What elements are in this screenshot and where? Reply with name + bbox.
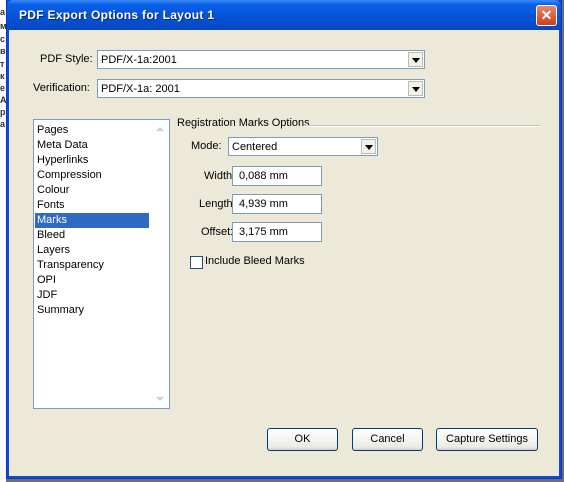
list-item[interactable]: Layers (35, 243, 149, 258)
scroll-up-icon[interactable] (156, 127, 164, 131)
list-item[interactable]: Compression (35, 168, 149, 183)
list-item[interactable]: Fonts (35, 198, 149, 213)
dialog-body: PDF Style: PDF/X-1a:2001 Verification: P… (10, 30, 558, 476)
width-label: Width: (204, 170, 236, 182)
close-button[interactable]: ✕ (536, 5, 557, 26)
pdf-style-dropdown[interactable]: PDF/X-1a:2001 (97, 50, 425, 69)
include-bleed-marks-checkbox[interactable] (190, 256, 203, 269)
verification-value: PDF/X-1a: 2001 (101, 83, 180, 95)
list-item[interactable]: Hyperlinks (35, 153, 149, 168)
mode-value: Centered (232, 141, 278, 153)
pdf-export-dialog: PDF Export Options for Layout 1 ✕ PDF St… (6, 0, 562, 479)
length-value: 4,939 mm (239, 198, 288, 210)
registration-group-label: Registration Marks Options (177, 117, 310, 129)
cancel-button[interactable]: Cancel (352, 428, 423, 451)
width-field[interactable]: 0,088 mm (232, 166, 322, 186)
list-item[interactable]: JDF (35, 288, 149, 303)
dialog-title: PDF Export Options for Layout 1 (19, 8, 215, 22)
ok-button[interactable]: OK (267, 428, 338, 451)
list-item[interactable]: Colour (35, 183, 149, 198)
chevron-down-icon[interactable] (408, 81, 423, 96)
scroll-down-icon[interactable] (156, 397, 164, 401)
list-item[interactable]: Transparency (35, 258, 149, 273)
list-item[interactable]: Bleed (35, 228, 149, 243)
pdf-style-value: PDF/X-1a:2001 (101, 54, 177, 66)
length-field[interactable]: 4,939 mm (232, 194, 322, 214)
length-label: Length: (199, 198, 236, 210)
group-divider (305, 125, 541, 127)
verification-label: Verification: (33, 82, 90, 94)
list-item-selected[interactable]: Marks (35, 213, 149, 228)
offset-value: 3,175 mm (239, 226, 288, 238)
offset-field[interactable]: 3,175 mm (232, 222, 322, 242)
list-item[interactable]: Summary (35, 303, 149, 318)
title-bar[interactable]: PDF Export Options for Layout 1 ✕ (7, 0, 561, 30)
list-item[interactable]: Meta Data (35, 138, 149, 153)
chevron-down-icon[interactable] (408, 52, 423, 67)
list-item[interactable]: OPI (35, 273, 149, 288)
include-bleed-marks-label[interactable]: Include Bleed Marks (205, 255, 305, 267)
verification-dropdown[interactable]: PDF/X-1a: 2001 (97, 79, 425, 98)
close-icon: ✕ (540, 7, 553, 23)
pdf-style-label: PDF Style: (40, 53, 93, 65)
section-list[interactable]: Pages Meta Data Hyperlinks Compression C… (33, 119, 170, 409)
mode-label: Mode: (191, 140, 222, 152)
list-scrollbar[interactable] (152, 121, 168, 407)
capture-settings-button[interactable]: Capture Settings (436, 428, 538, 451)
list-item[interactable]: Pages (35, 123, 149, 138)
offset-label: Offset: (201, 226, 234, 238)
chevron-down-icon[interactable] (361, 139, 376, 154)
mode-dropdown[interactable]: Centered (228, 137, 378, 156)
width-value: 0,088 mm (239, 170, 288, 182)
